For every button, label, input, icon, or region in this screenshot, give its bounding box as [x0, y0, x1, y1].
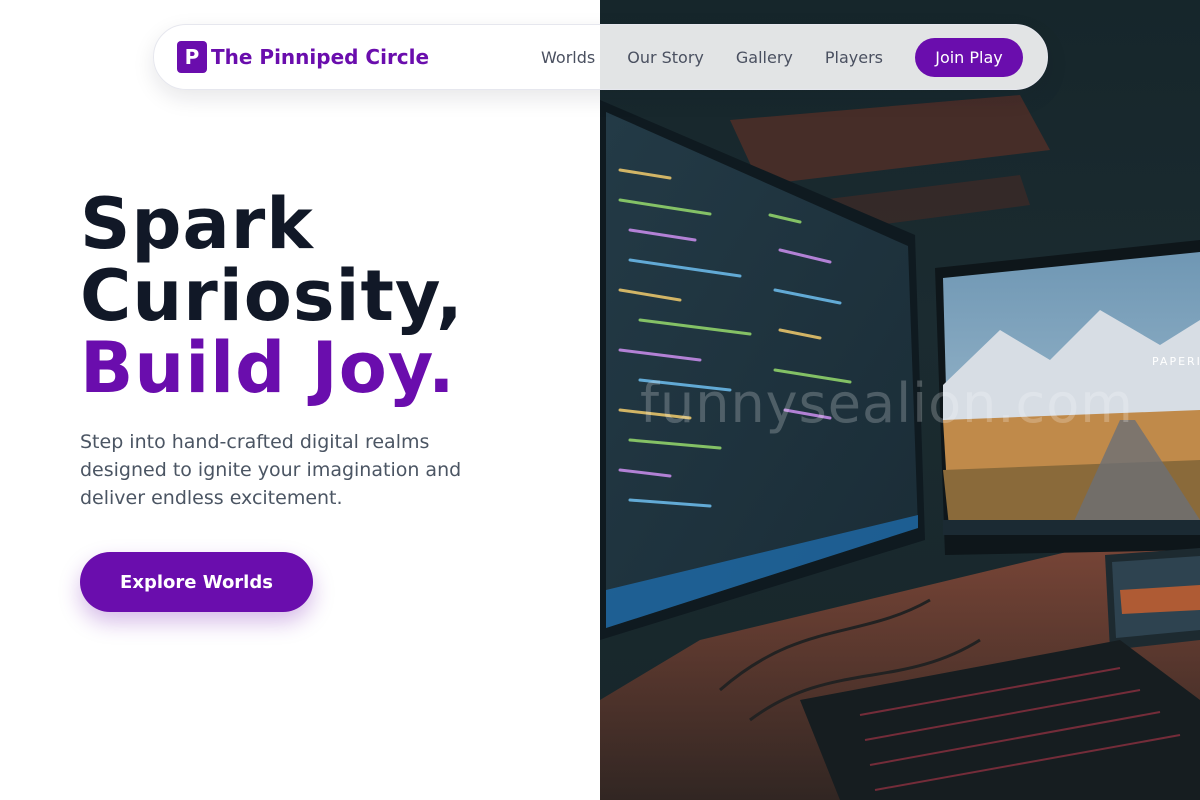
- desk-monitors-illustration: PAPERIZ: [600, 95, 1200, 800]
- hero-title-line-2: Curiosity,: [80, 255, 464, 337]
- screen-overlay-text: PAPERIZ: [1152, 355, 1200, 368]
- nav-link-players[interactable]: Players: [825, 48, 883, 67]
- hero-subtitle: Step into hand-crafted digital realms de…: [80, 431, 462, 509]
- hero-image: PAPERIZ: [600, 0, 1200, 800]
- navbar: P The Pinniped Circle Worlds Our Story G…: [153, 24, 1048, 90]
- explore-worlds-button[interactable]: Explore Worlds: [80, 552, 313, 612]
- join-play-button[interactable]: Join Play: [915, 37, 1023, 77]
- hero-title-accent: Build Joy.: [80, 327, 456, 409]
- brand-name: The Pinniped Circle: [211, 45, 430, 69]
- nav-link-gallery[interactable]: Gallery: [736, 48, 793, 67]
- hero-title-line-1: Spark: [80, 183, 314, 265]
- nav-link-worlds[interactable]: Worlds: [541, 48, 595, 67]
- hero-title: Spark Curiosity, Build Joy.: [80, 188, 464, 404]
- nav-links: Worlds Our Story Gallery Players Join Pl…: [541, 37, 1023, 77]
- brand-logo-icon: P: [177, 41, 207, 73]
- nav-link-our-story[interactable]: Our Story: [627, 48, 704, 67]
- brand[interactable]: P The Pinniped Circle: [177, 41, 429, 73]
